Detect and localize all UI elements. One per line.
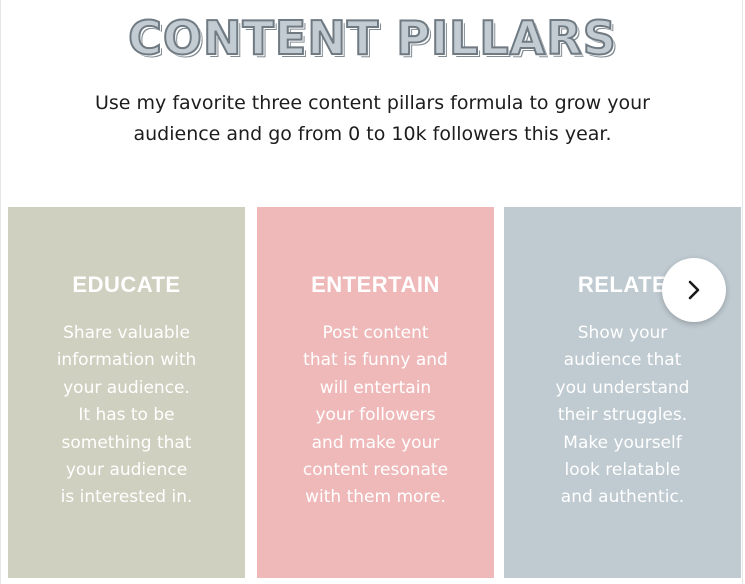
card-text-line: Share valuable — [63, 323, 190, 343]
card-text-line: and make your — [311, 432, 440, 453]
card-text-line: Make yourself — [563, 432, 682, 453]
card-text-line: content resonate — [302, 460, 449, 481]
card-description: Post content that is funny and will ente… — [257, 320, 494, 512]
card-title: EDUCATE — [72, 272, 181, 297]
card-text-line: your audience. — [63, 377, 190, 398]
card-text-line: It has to be — [78, 405, 175, 426]
card-text-line: you understand — [555, 377, 690, 398]
card-description: Show your audience that you understand t… — [504, 320, 741, 512]
card-text-line: with them more. — [305, 487, 446, 508]
card-text-line: look relatable — [564, 460, 681, 481]
card-description: Share valuable information with your aud… — [8, 320, 245, 512]
page-title: CONTENT PILLARS — [127, 10, 617, 66]
card-text-line: and authentic. — [560, 487, 685, 508]
card-text-line: your audience — [65, 460, 188, 481]
chevron-right-icon — [688, 280, 700, 300]
subtitle-line-2: audience and go from 0 to 10k followers … — [133, 123, 612, 145]
card-text-line: Show your — [577, 323, 668, 343]
card-text-line: that is funny and — [303, 350, 448, 371]
card-text-line: your followers — [315, 405, 436, 426]
card-text-line: information with — [56, 350, 197, 371]
pillar-card-educate: EDUCATE Share valuable information with … — [8, 207, 245, 578]
pillar-card-entertain: ENTERTAIN Post content that is funny and… — [257, 207, 494, 578]
card-text-line: will entertain — [319, 377, 432, 398]
card-text-line: audience that — [563, 350, 682, 371]
card-text-line: Post content — [322, 323, 429, 343]
subtitle-line-1: Use my favorite three content pillars fo… — [95, 92, 650, 114]
card-text-line: is interested in. — [60, 487, 193, 508]
card-title: ENTERTAIN — [311, 272, 440, 297]
carousel-next-button[interactable] — [662, 258, 726, 322]
card-text-line: their struggles. — [557, 405, 688, 426]
page-subtitle: Use my favorite three content pillars fo… — [0, 88, 745, 150]
card-text-line: something that — [61, 432, 192, 453]
